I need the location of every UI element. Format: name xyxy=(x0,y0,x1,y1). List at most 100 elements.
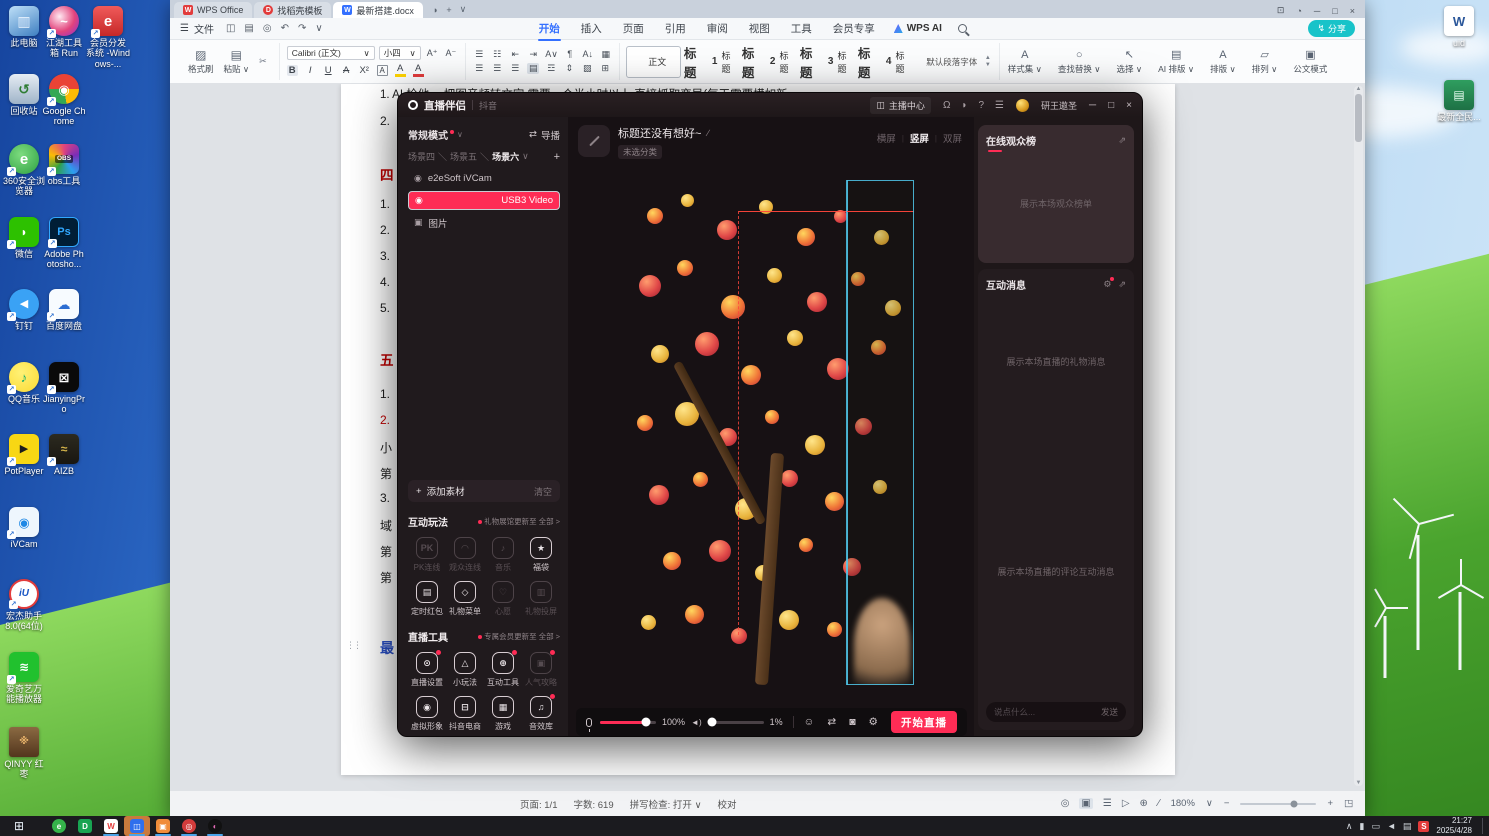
font-color[interactable]: A xyxy=(412,63,424,77)
notify-icon[interactable]: ◔ xyxy=(1296,6,1301,16)
taskbar-app[interactable]: W xyxy=(98,816,124,836)
desktop-icon[interactable]: ~ 江湖工具箱 Run xyxy=(42,6,86,59)
taskbar-app[interactable]: ◎ xyxy=(176,816,202,836)
interactive-play-item[interactable]: ◠ 观众连线 xyxy=(446,537,484,573)
start-button[interactable]: ⊞ xyxy=(6,816,32,836)
desktop-icon[interactable]: ◗ 微信 xyxy=(2,217,46,259)
style-preset[interactable]: 标题 标题 4 标题 xyxy=(858,46,913,80)
edit-pencil-icon[interactable]: ∕ xyxy=(707,128,709,138)
desktop-icon[interactable]: ☁ 百度网盘 xyxy=(42,289,86,331)
ribbon-tool-button[interactable]: ▣ 公文模式 xyxy=(1285,48,1335,75)
anchor-center-button[interactable]: ◫ 主播中心 xyxy=(870,96,931,114)
ribbon-tab[interactable]: 会员专享 xyxy=(832,19,876,38)
page-view-icon[interactable]: ▣ xyxy=(1079,798,1093,809)
play-view-icon[interactable]: ▷ xyxy=(1122,798,1130,809)
live-tool-item[interactable]: ⊙ 直播设置 xyxy=(408,650,446,688)
paste-button[interactable]: ▤ 粘贴 ∨ xyxy=(219,49,255,75)
shading-icon[interactable]: ▨ xyxy=(581,63,593,74)
save-icon[interactable]: ◫ xyxy=(226,23,235,34)
more-icon[interactable]: ∨ xyxy=(315,23,322,34)
superscript[interactable]: X² xyxy=(359,65,370,76)
ribbon-tab[interactable]: 页面 xyxy=(622,19,645,38)
grow-font-button[interactable]: A⁺ xyxy=(425,48,440,59)
table-icon[interactable]: ▦ xyxy=(600,49,612,60)
align-left-icon[interactable]: ☰ xyxy=(473,63,485,74)
gift-update-badge[interactable]: 礼物展馆更新至 全部 > xyxy=(478,516,560,527)
scene-tab[interactable]: 场景四 xyxy=(408,150,435,163)
wps-close-button[interactable]: × xyxy=(1350,6,1355,16)
menu-icon[interactable]: ☰ xyxy=(995,100,1004,111)
camera-icon[interactable]: ◙ xyxy=(849,716,855,728)
send-button[interactable]: 发送 xyxy=(1101,706,1118,718)
scroll-down-arrow[interactable]: ▼ xyxy=(1356,780,1362,786)
screen-mode-tab[interactable]: | xyxy=(935,134,937,143)
tab-list-caret-icon[interactable]: ∨ xyxy=(460,4,467,15)
speaker-icon[interactable]: ◄) xyxy=(691,718,702,727)
desktop-icon[interactable]: ≋ 爱奇艺万能播放器 xyxy=(2,652,46,705)
tab-online-viewers[interactable]: 在线观众榜 xyxy=(986,133,1036,152)
desktop-icon[interactable]: ※ QINYY 红枣 xyxy=(2,727,46,780)
add-material-button[interactable]: + 添加素材 清空 xyxy=(408,480,560,502)
tray-icon[interactable]: ◄ xyxy=(1387,821,1396,831)
live-tool-item[interactable]: ⊟ 抖音电商 xyxy=(446,696,484,732)
desktop-icon[interactable]: ◉ iVCam xyxy=(2,507,46,549)
align-right-icon[interactable]: ☰ xyxy=(509,63,521,74)
wps-minimize-button[interactable]: ─ xyxy=(1314,6,1320,16)
ribbon-tab[interactable]: 插入 xyxy=(580,19,603,38)
screen-mode-tab[interactable]: 双屏 xyxy=(943,131,962,145)
message-settings-gear-icon[interactable]: ⚙ xyxy=(1103,277,1115,290)
outdent-icon[interactable]: ⇤ xyxy=(509,49,521,60)
desktop-icon[interactable]: ▤ 最新全民... xyxy=(1437,80,1481,122)
ribbon-tool-button[interactable]: ○ 查找替换 ∨ xyxy=(1050,49,1109,75)
edit-cover-button[interactable] xyxy=(578,125,610,157)
wps-maximize-button[interactable]: □ xyxy=(1332,6,1337,16)
source-item[interactable]: ▣ 图片 xyxy=(408,213,560,232)
headset-icon[interactable]: Ω xyxy=(943,100,950,111)
format-painter-button[interactable]: ▨ 格式刷 xyxy=(183,49,219,75)
desktop-icon[interactable]: ⊠ JianyingPro xyxy=(42,362,86,415)
scene-tab[interactable]: ∨ xyxy=(522,151,529,162)
taskbar-app[interactable]: ▣ xyxy=(150,816,176,836)
indent-icon[interactable]: ⇥ xyxy=(527,49,539,60)
tray-icon[interactable]: ▭ xyxy=(1371,821,1380,832)
taskbar-clock[interactable]: 21:27 2025/4/28 xyxy=(1436,816,1472,836)
zoom-out-button[interactable]: − xyxy=(1224,798,1230,809)
live-tool-item[interactable]: △ 小玩法 xyxy=(446,652,484,688)
interactive-play-item[interactable]: ▥ 礼物投屏 xyxy=(522,581,560,617)
sort-icon[interactable]: A↓ xyxy=(582,49,594,60)
interactive-play-item[interactable]: ▤ 定时红包 xyxy=(408,581,446,617)
style-preset[interactable]: 标题 标题 3 标题 xyxy=(800,46,855,80)
share-button[interactable]: ↯ 分享 xyxy=(1308,20,1355,37)
live-tool-item[interactable]: ▣ 人气攻略 xyxy=(522,650,560,688)
bullet-list-icon[interactable]: ☰ xyxy=(473,49,485,60)
live-tool-item[interactable]: ▦ 游戏 xyxy=(484,696,522,732)
ribbon-tool-button[interactable]: ▤ AI 排版 ∨ xyxy=(1150,48,1202,75)
ribbon-tab[interactable]: 引用 xyxy=(664,19,687,38)
bold[interactable]: B xyxy=(286,64,298,76)
desktop-icon[interactable]: ◀ 钉钉 xyxy=(2,289,46,331)
interactive-play-item[interactable]: ♪ 音乐 xyxy=(484,537,522,573)
show-desktop-button[interactable] xyxy=(1482,818,1485,834)
mic-volume-slider[interactable] xyxy=(600,717,656,727)
number-list-icon[interactable]: ☷ xyxy=(491,49,503,60)
pilcrow-icon[interactable]: ¶ xyxy=(564,49,576,60)
ribbon-tab[interactable]: 审阅 xyxy=(706,19,729,38)
help-icon[interactable]: ? xyxy=(978,100,984,111)
underline[interactable]: U xyxy=(323,65,334,76)
beauty-sticker-icon[interactable]: ☺ xyxy=(804,716,815,728)
popout-icon[interactable]: ⇗ xyxy=(1118,135,1126,146)
document-scrollbar[interactable]: ▲ ▼ xyxy=(1354,86,1363,786)
source-item[interactable]: ◉ e2eSoft iVCam xyxy=(408,169,560,188)
outline-view-icon[interactable]: ☰ xyxy=(1103,798,1112,809)
add-scene-button[interactable]: + xyxy=(554,151,560,163)
chat-bubble-icon[interactable]: ◗ xyxy=(961,100,967,111)
tray-icon[interactable]: ▤ xyxy=(1403,821,1412,832)
zoom-slider[interactable] xyxy=(1240,800,1317,807)
spellcheck-status[interactable]: 拼写检查: 打开 xyxy=(630,800,692,811)
interactive-play-item[interactable]: ◇ 礼物菜单 xyxy=(446,581,484,617)
ribbon-tab[interactable]: 视图 xyxy=(748,19,771,38)
undo-icon[interactable]: ↶ xyxy=(281,23,289,34)
desktop-icon[interactable]: ▶ PotPlayer xyxy=(2,434,46,476)
desktop-icon[interactable]: iU 宏杰助手 8.0(64位) xyxy=(2,579,46,632)
scene-tab[interactable]: ＼ xyxy=(438,150,447,163)
